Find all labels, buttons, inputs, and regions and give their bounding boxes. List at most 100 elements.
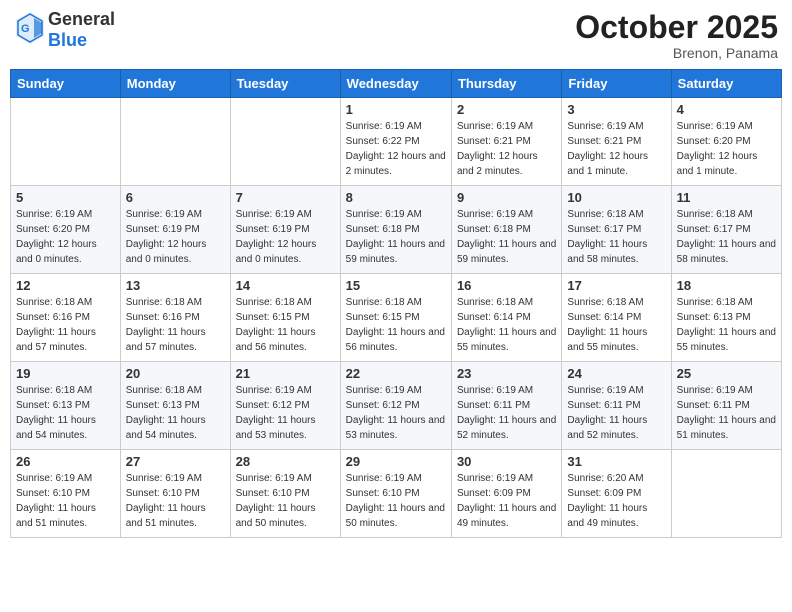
day-info: Sunrise: 6:19 AMSunset: 6:18 PMDaylight:… [346, 207, 446, 267]
calendar-cell: 15 Sunrise: 6:18 AMSunset: 6:15 PMDayligh… [340, 274, 451, 362]
day-info: Sunrise: 6:19 AMSunset: 6:12 PMDaylight:… [236, 383, 335, 443]
day-info: Sunrise: 6:18 AMSunset: 6:16 PMDaylight:… [16, 295, 115, 355]
calendar-cell: 28 Sunrise: 6:19 AMSunset: 6:10 PMDayligh… [230, 450, 340, 538]
day-info: Sunrise: 6:18 AMSunset: 6:13 PMDaylight:… [677, 295, 776, 355]
calendar-cell: 10Sunrise: 6:18 AMSunset: 6:17 PMDayligh… [562, 186, 671, 274]
calendar-cell: 18 Sunrise: 6:18 AMSunset: 6:13 PMDayligh… [671, 274, 781, 362]
day-info: Sunrise: 6:19 AMSunset: 6:18 PMDaylight:… [457, 207, 556, 267]
calendar-cell: 9 Sunrise: 6:19 AMSunset: 6:18 PMDaylight… [451, 186, 561, 274]
calendar-cell: 4 Sunrise: 6:19 AMSunset: 6:20 PMDaylight… [671, 98, 781, 186]
day-info: Sunrise: 6:20 AMSunset: 6:09 PMDaylight:… [567, 471, 665, 531]
week-row-2: 5Sunrise: 6:19 AMSunset: 6:20 PMDaylight… [11, 186, 782, 274]
day-info: Sunrise: 6:18 AMSunset: 6:13 PMDaylight:… [16, 383, 115, 443]
calendar-cell: 27Sunrise: 6:19 AMSunset: 6:10 PMDayligh… [120, 450, 230, 538]
day-number: 2 [457, 102, 556, 117]
logo-icon: G [14, 10, 46, 51]
weekday-header-wednesday: Wednesday [340, 70, 451, 98]
calendar-cell: 24 Sunrise: 6:19 AMSunset: 6:11 PMDayligh… [562, 362, 671, 450]
calendar-cell: 3 Sunrise: 6:19 AMSunset: 6:21 PMDaylight… [562, 98, 671, 186]
day-number: 23 [457, 366, 556, 381]
day-number: 30 [457, 454, 556, 469]
day-number: 14 [236, 278, 335, 293]
weekday-header-row: SundayMondayTuesdayWednesdayThursdayFrid… [11, 70, 782, 98]
day-number: 26 [16, 454, 115, 469]
calendar-cell: 31Sunrise: 6:20 AMSunset: 6:09 PMDayligh… [562, 450, 671, 538]
day-info: Sunrise: 6:19 AMSunset: 6:10 PMDaylight:… [126, 471, 225, 531]
day-info: Sunrise: 6:19 AMSunset: 6:19 PMDaylight:… [236, 207, 335, 267]
week-row-1: 1 Sunrise: 6:19 AMSunset: 6:22 PMDaylight… [11, 98, 782, 186]
day-number: 9 [457, 190, 556, 205]
calendar-cell: 11 Sunrise: 6:18 AMSunset: 6:17 PMDayligh… [671, 186, 781, 274]
day-number: 19 [16, 366, 115, 381]
calendar-cell: 22 Sunrise: 6:19 AMSunset: 6:12 PMDayligh… [340, 362, 451, 450]
calendar-cell: 5Sunrise: 6:19 AMSunset: 6:20 PMDaylight… [11, 186, 121, 274]
weekday-header-thursday: Thursday [451, 70, 561, 98]
weekday-header-sunday: Sunday [11, 70, 121, 98]
day-number: 22 [346, 366, 446, 381]
calendar-cell: 6 Sunrise: 6:19 AMSunset: 6:19 PMDaylight… [120, 186, 230, 274]
day-number: 17 [567, 278, 665, 293]
logo-blue: Blue [48, 30, 87, 50]
day-number: 18 [677, 278, 776, 293]
day-info: Sunrise: 6:19 AMSunset: 6:11 PMDaylight:… [457, 383, 556, 443]
location: Brenon, Panama [575, 45, 778, 61]
calendar-cell: 30 Sunrise: 6:19 AMSunset: 6:09 PMDayligh… [451, 450, 561, 538]
day-number: 15 [346, 278, 446, 293]
day-info: Sunrise: 6:18 AMSunset: 6:15 PMDaylight:… [346, 295, 446, 355]
day-number: 12 [16, 278, 115, 293]
day-info: Sunrise: 6:18 AMSunset: 6:17 PMDaylight:… [567, 207, 665, 267]
calendar-cell: 23 Sunrise: 6:19 AMSunset: 6:11 PMDayligh… [451, 362, 561, 450]
calendar-cell: 29 Sunrise: 6:19 AMSunset: 6:10 PMDayligh… [340, 450, 451, 538]
day-info: Sunrise: 6:19 AMSunset: 6:10 PMDaylight:… [346, 471, 446, 531]
day-info: Sunrise: 6:18 AMSunset: 6:17 PMDaylight:… [677, 207, 776, 267]
day-info: Sunrise: 6:18 AMSunset: 6:14 PMDaylight:… [457, 295, 556, 355]
day-number: 1 [346, 102, 446, 117]
day-info: Sunrise: 6:19 AMSunset: 6:10 PMDaylight:… [236, 471, 335, 531]
day-number: 24 [567, 366, 665, 381]
calendar-cell: 13 Sunrise: 6:18 AMSunset: 6:16 PMDayligh… [120, 274, 230, 362]
day-info: Sunrise: 6:19 AMSunset: 6:11 PMDaylight:… [567, 383, 665, 443]
week-row-5: 26 Sunrise: 6:19 AMSunset: 6:10 PMDayligh… [11, 450, 782, 538]
day-info: Sunrise: 6:19 AMSunset: 6:12 PMDaylight:… [346, 383, 446, 443]
title-block: October 2025 Brenon, Panama [575, 10, 778, 61]
day-number: 3 [567, 102, 665, 117]
day-info: Sunrise: 6:19 AMSunset: 6:22 PMDaylight:… [346, 119, 446, 179]
calendar-cell: 7 Sunrise: 6:19 AMSunset: 6:19 PMDaylight… [230, 186, 340, 274]
day-info: Sunrise: 6:19 AMSunset: 6:19 PMDaylight:… [126, 207, 225, 267]
calendar-cell [230, 98, 340, 186]
week-row-3: 12 Sunrise: 6:18 AMSunset: 6:16 PMDayligh… [11, 274, 782, 362]
day-info: Sunrise: 6:19 AMSunset: 6:21 PMDaylight:… [457, 119, 556, 179]
day-info: Sunrise: 6:18 AMSunset: 6:15 PMDaylight:… [236, 295, 335, 355]
day-info: Sunrise: 6:19 AMSunset: 6:20 PMDaylight:… [677, 119, 776, 179]
day-info: Sunrise: 6:19 AMSunset: 6:10 PMDaylight:… [16, 471, 115, 531]
week-row-4: 19 Sunrise: 6:18 AMSunset: 6:13 PMDayligh… [11, 362, 782, 450]
day-number: 28 [236, 454, 335, 469]
day-info: Sunrise: 6:18 AMSunset: 6:16 PMDaylight:… [126, 295, 225, 355]
calendar-cell: 26 Sunrise: 6:19 AMSunset: 6:10 PMDayligh… [11, 450, 121, 538]
calendar-cell: 1 Sunrise: 6:19 AMSunset: 6:22 PMDaylight… [340, 98, 451, 186]
logo-general: General [48, 9, 115, 29]
day-number: 13 [126, 278, 225, 293]
day-info: Sunrise: 6:19 AMSunset: 6:09 PMDaylight:… [457, 471, 556, 531]
day-number: 20 [126, 366, 225, 381]
calendar-cell: 2 Sunrise: 6:19 AMSunset: 6:21 PMDaylight… [451, 98, 561, 186]
day-info: Sunrise: 6:19 AMSunset: 6:20 PMDaylight:… [16, 207, 115, 267]
calendar-cell: 20Sunrise: 6:18 AMSunset: 6:13 PMDayligh… [120, 362, 230, 450]
weekday-header-monday: Monday [120, 70, 230, 98]
logo-text: General Blue [48, 10, 115, 51]
day-number: 8 [346, 190, 446, 205]
month-title: October 2025 [575, 10, 778, 45]
day-info: Sunrise: 6:19 AMSunset: 6:21 PMDaylight:… [567, 119, 665, 179]
calendar-cell: 25Sunrise: 6:19 AMSunset: 6:11 PMDayligh… [671, 362, 781, 450]
calendar-table: SundayMondayTuesdayWednesdayThursdayFrid… [10, 69, 782, 538]
calendar-cell: 16 Sunrise: 6:18 AMSunset: 6:14 PMDayligh… [451, 274, 561, 362]
day-number: 4 [677, 102, 776, 117]
calendar-cell: 19 Sunrise: 6:18 AMSunset: 6:13 PMDayligh… [11, 362, 121, 450]
day-number: 16 [457, 278, 556, 293]
day-number: 6 [126, 190, 225, 205]
weekday-header-saturday: Saturday [671, 70, 781, 98]
calendar-cell: 8 Sunrise: 6:19 AMSunset: 6:18 PMDaylight… [340, 186, 451, 274]
day-number: 29 [346, 454, 446, 469]
day-number: 7 [236, 190, 335, 205]
day-number: 11 [677, 190, 776, 205]
